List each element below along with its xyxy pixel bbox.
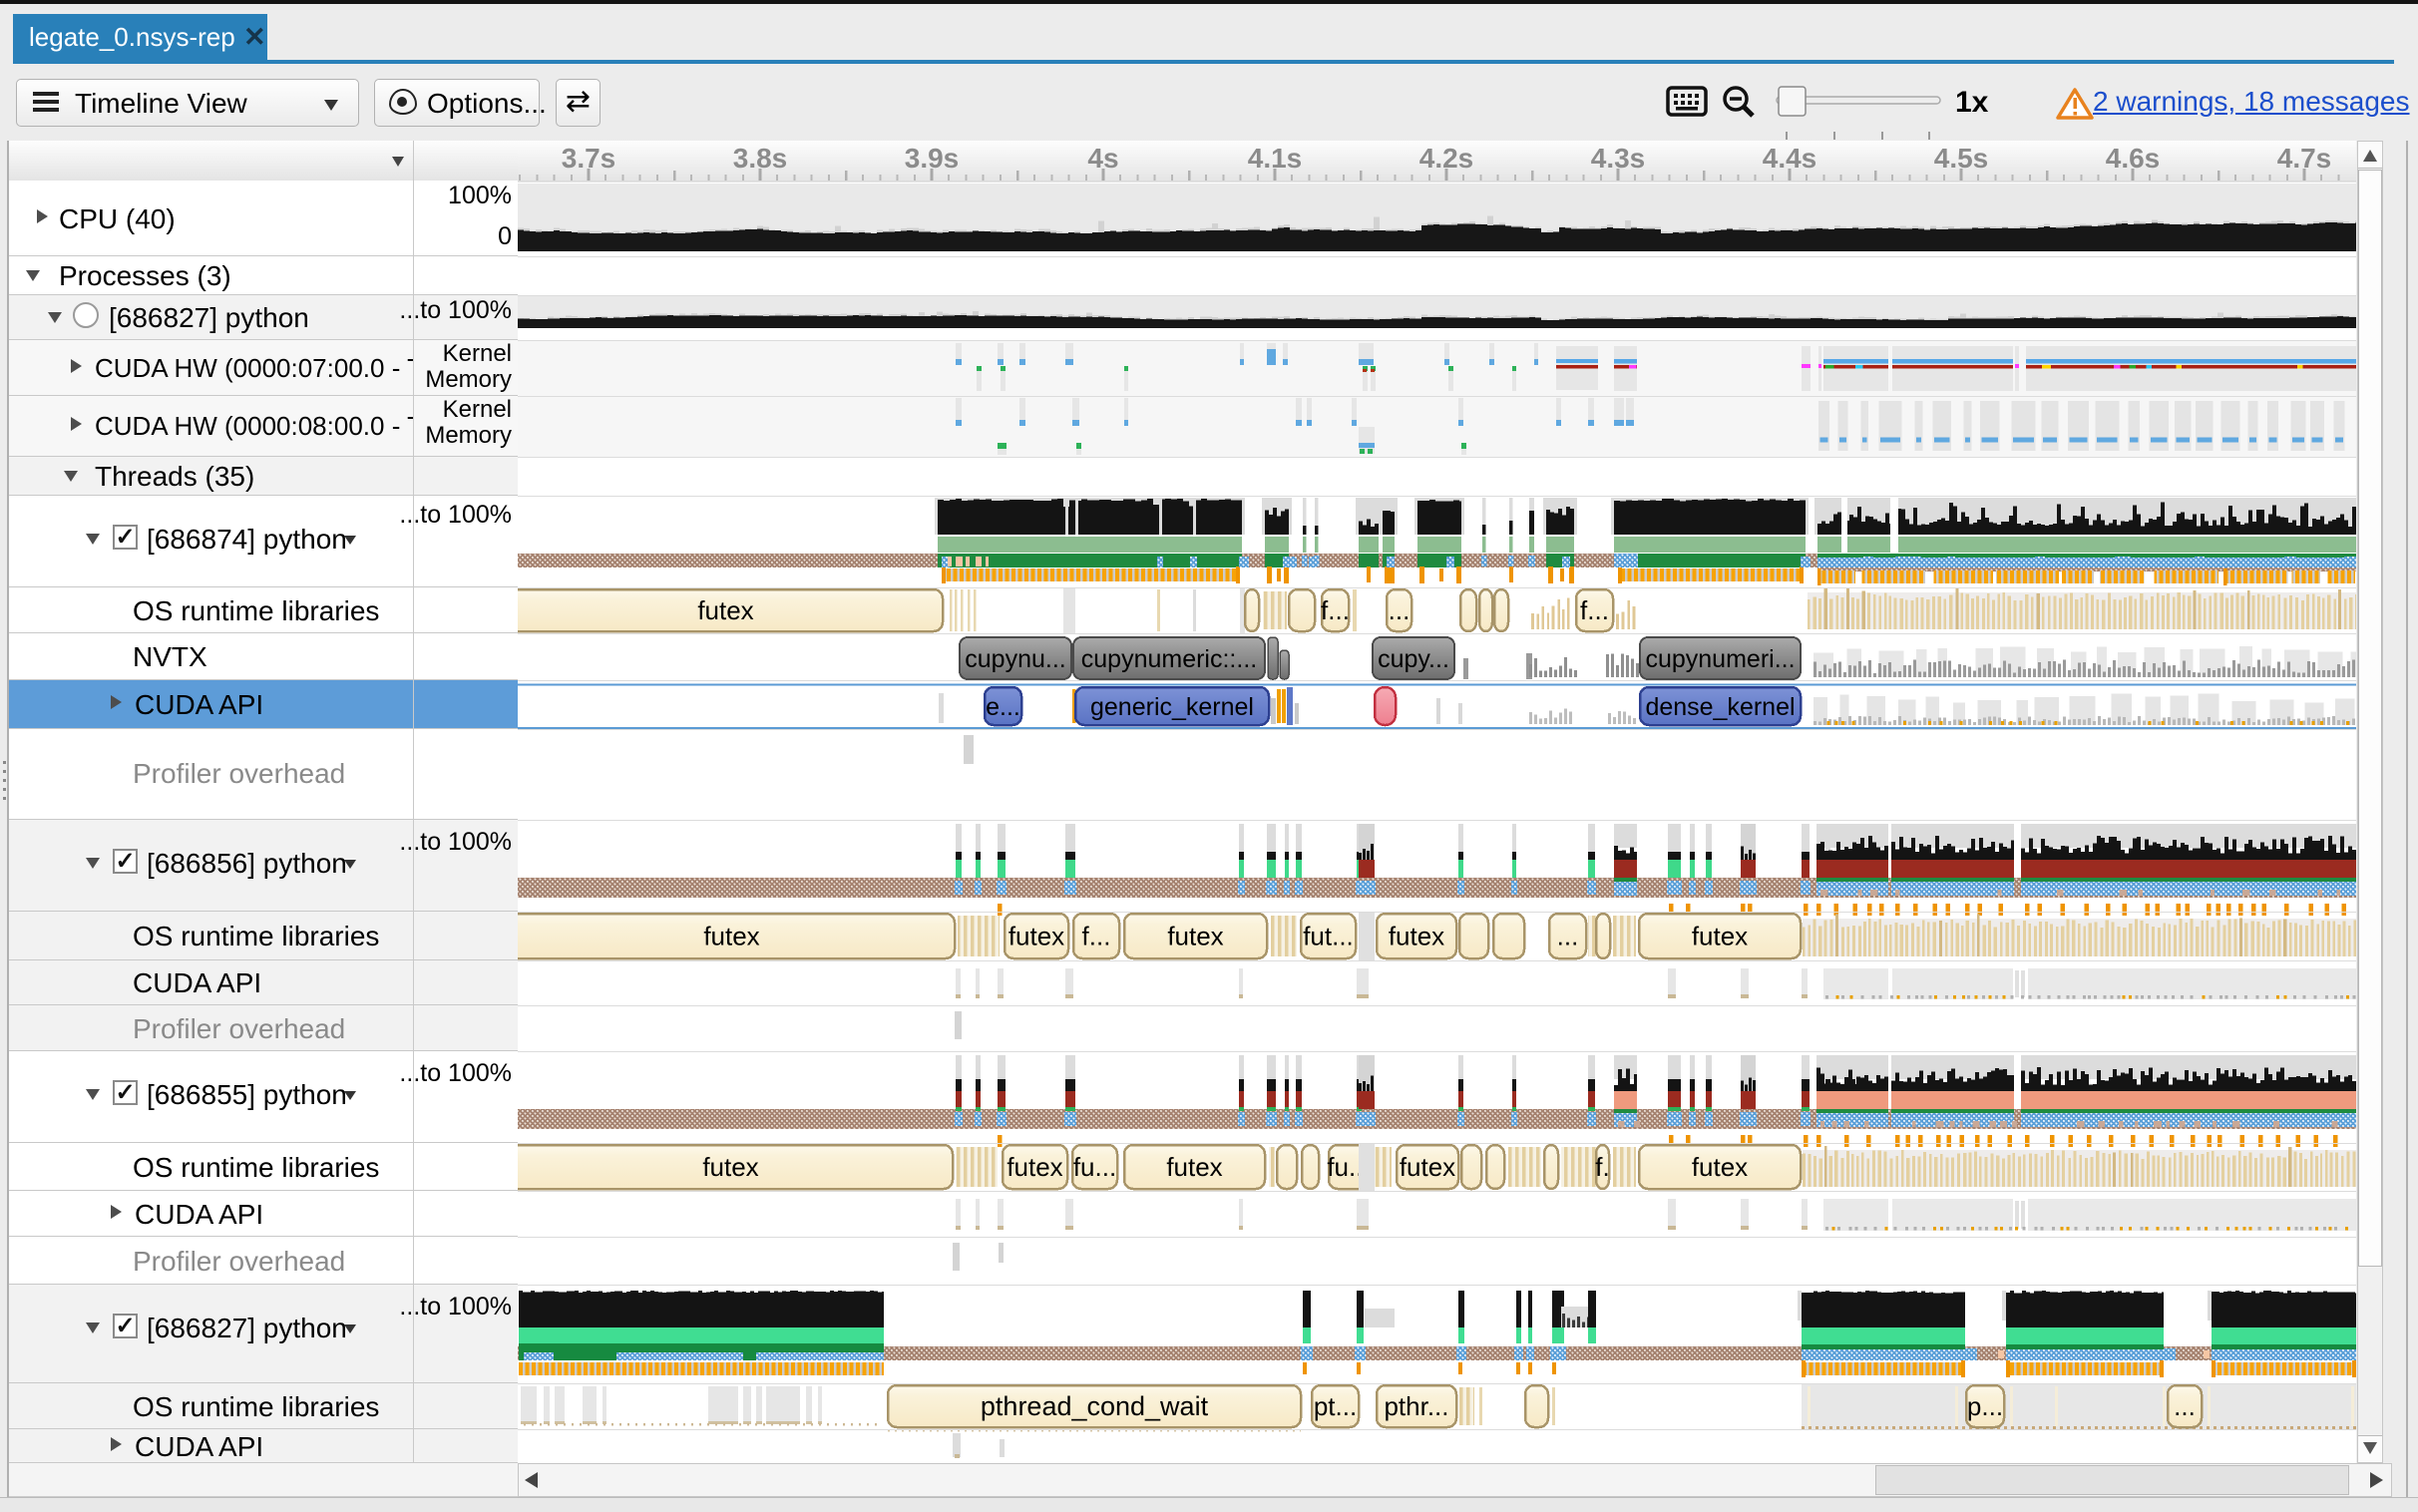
- svg-text:p...: p...: [1967, 1391, 2003, 1421]
- svg-text:4.2s: 4.2s: [1419, 143, 1474, 174]
- svg-text:f...: f...: [1082, 922, 1111, 951]
- svg-text:pthread_cond_wait: pthread_cond_wait: [981, 1391, 1209, 1421]
- svg-text:futex: futex: [697, 595, 753, 625]
- svg-text:3.9s: 3.9s: [905, 143, 960, 174]
- svg-text:4.5s: 4.5s: [1934, 143, 1989, 174]
- svg-text:cupy...: cupy...: [1378, 645, 1449, 673]
- svg-text:cupynu...: cupynu...: [965, 645, 1065, 673]
- svg-text:4.7s: 4.7s: [2277, 143, 2332, 174]
- svg-text:futex: futex: [1166, 1152, 1222, 1182]
- svg-text:cupynumeric::...: cupynumeric::...: [1081, 645, 1257, 673]
- svg-text:fu...: fu...: [1073, 1152, 1116, 1182]
- svg-text:e...: e...: [986, 693, 1020, 721]
- svg-text:pt...: pt...: [1314, 1391, 1357, 1421]
- svg-text:cupynumeri...: cupynumeri...: [1645, 645, 1795, 673]
- svg-text:futex: futex: [1400, 1152, 1455, 1182]
- svg-text:3.8s: 3.8s: [733, 143, 788, 174]
- svg-text:pthr...: pthr...: [1384, 1391, 1448, 1421]
- svg-text:4.4s: 4.4s: [1763, 143, 1817, 174]
- svg-text:f...: f...: [1321, 595, 1350, 625]
- svg-text:futex: futex: [1692, 922, 1748, 951]
- svg-text:futex: futex: [1007, 1152, 1062, 1182]
- svg-text:3.7s: 3.7s: [562, 143, 616, 174]
- svg-text:futex: futex: [702, 1152, 758, 1182]
- svg-text:4s: 4s: [1087, 143, 1118, 174]
- svg-text:dense_kernel: dense_kernel: [1645, 693, 1795, 721]
- svg-text:4.1s: 4.1s: [1248, 143, 1303, 174]
- svg-text:f.: f.: [1595, 1152, 1609, 1182]
- svg-text:...: ...: [1557, 922, 1579, 951]
- svg-text:fut...: fut...: [1303, 922, 1354, 951]
- svg-text:4.6s: 4.6s: [2106, 143, 2161, 174]
- svg-text:f...: f...: [1580, 595, 1609, 625]
- svg-text:futex: futex: [703, 922, 759, 951]
- svg-text:...: ...: [1389, 595, 1410, 625]
- svg-text:futex: futex: [1167, 922, 1223, 951]
- svg-text:futex: futex: [1389, 922, 1444, 951]
- svg-text:...: ...: [2174, 1391, 2196, 1421]
- svg-text:futex: futex: [1008, 922, 1064, 951]
- svg-text:4.3s: 4.3s: [1591, 143, 1646, 174]
- svg-text:futex: futex: [1692, 1152, 1748, 1182]
- svg-text:generic_kernel: generic_kernel: [1090, 693, 1254, 721]
